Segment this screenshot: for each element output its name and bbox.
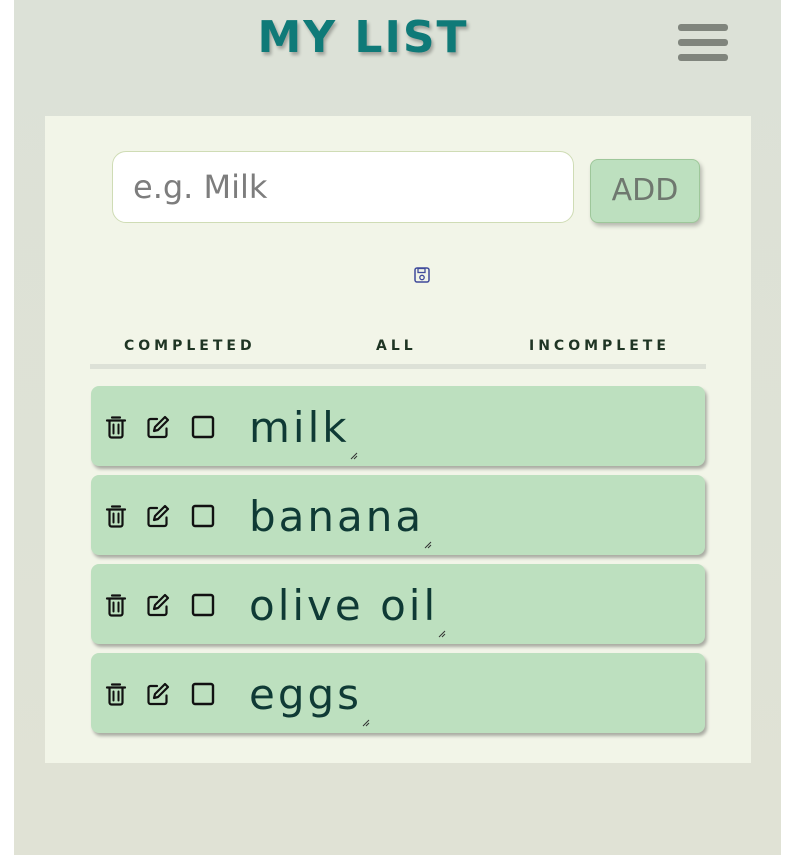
list-item: eggs (91, 653, 705, 733)
item-label: olive oil (249, 581, 439, 630)
add-button[interactable]: ADD (590, 159, 700, 223)
edit-icon[interactable] (145, 414, 171, 440)
tab-all[interactable]: ALL (376, 338, 417, 354)
resize-grip-icon[interactable] (422, 539, 432, 549)
item-input[interactable] (112, 151, 574, 223)
resize-grip-icon[interactable] (348, 450, 358, 460)
resize-grip-icon[interactable] (436, 628, 446, 638)
item-text: milk (249, 400, 357, 460)
page-title: MY LIST (257, 12, 469, 63)
hamburger-menu-icon-bar (678, 39, 728, 46)
checkbox-icon[interactable] (191, 682, 215, 706)
list-item: milk (91, 386, 705, 466)
trash-icon[interactable] (103, 592, 129, 618)
checkbox-icon[interactable] (191, 504, 215, 528)
resize-grip-icon[interactable] (360, 717, 370, 727)
tab-completed[interactable]: COMPLETED (124, 338, 256, 354)
save-icon[interactable] (413, 266, 431, 284)
filter-tabs: COMPLETED ALL INCOMPLETE (90, 334, 706, 369)
item-label: eggs (249, 670, 363, 719)
checkbox-icon[interactable] (191, 593, 215, 617)
trash-icon[interactable] (103, 414, 129, 440)
list-item: banana (91, 475, 705, 555)
app-container: MY LIST ADD COMPLETED ALL INCOMPLETE (14, 0, 781, 855)
item-text: banana (249, 489, 432, 549)
list-panel: ADD COMPLETED ALL INCOMPLETE (45, 116, 751, 763)
hamburger-menu-icon-bar (678, 54, 728, 61)
list-item: olive oil (91, 564, 705, 644)
edit-icon[interactable] (145, 681, 171, 707)
tab-incomplete[interactable]: INCOMPLETE (529, 338, 670, 354)
item-label: milk (249, 403, 350, 452)
item-label: banana (249, 492, 425, 541)
trash-icon[interactable] (103, 681, 129, 707)
edit-icon[interactable] (145, 503, 171, 529)
item-list: milk banana olive oil eggs (91, 386, 705, 742)
trash-icon[interactable] (103, 503, 129, 529)
hamburger-menu-icon (678, 24, 728, 31)
checkbox-icon[interactable] (191, 415, 215, 439)
menu-button[interactable] (676, 22, 730, 66)
edit-icon[interactable] (145, 592, 171, 618)
item-text: eggs (249, 667, 370, 727)
item-text: olive oil (249, 578, 446, 638)
